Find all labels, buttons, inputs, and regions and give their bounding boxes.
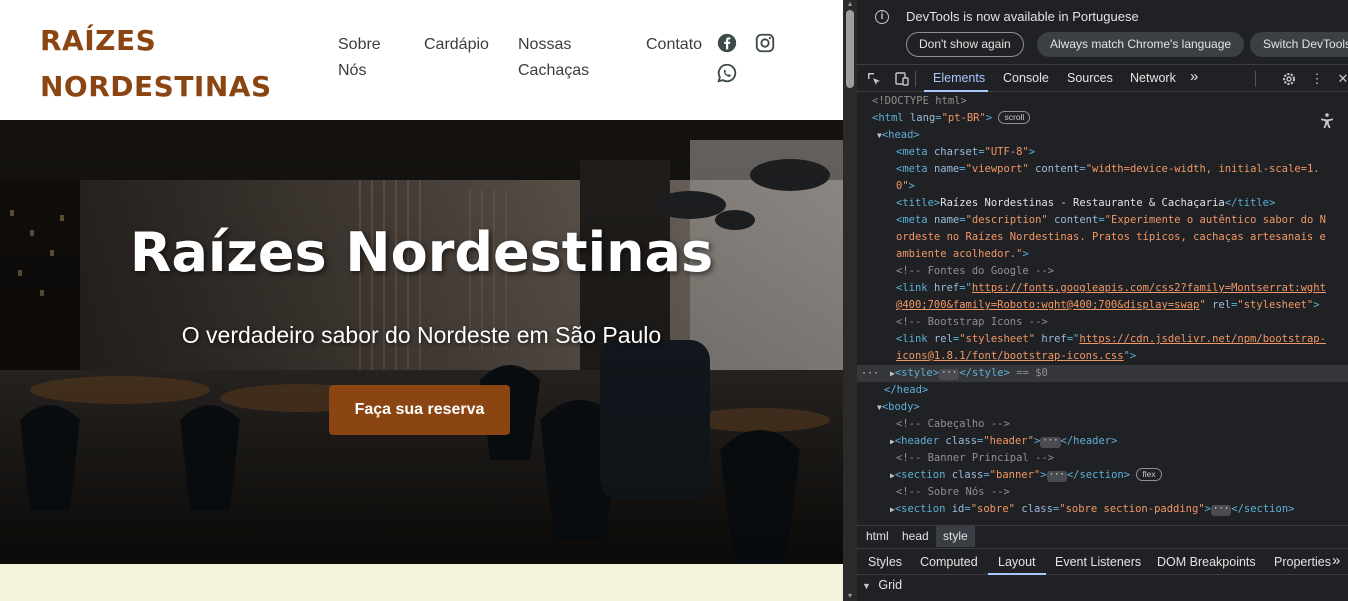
dom-node-link-bootstrap[interactable]: <link rel="stylesheet" href="https://cdn… [857, 331, 1348, 348]
dom-node-doctype[interactable]: <!DOCTYPE html> [857, 93, 1348, 110]
breadcrumb-style[interactable]: style [936, 526, 975, 547]
switch-devtools-button[interactable]: Switch DevTools [1250, 32, 1348, 57]
inspect-element-icon[interactable] [866, 71, 882, 87]
dom-node-title[interactable]: <title>Raízes Nordestinas - Restaurante … [857, 195, 1348, 212]
dom-node-html[interactable]: <html lang="pt-BR"> scroll [857, 110, 1348, 127]
dom-comment-cabecalho[interactable]: <!-- Cabeçalho --> [857, 416, 1348, 433]
devtools-panel: i DevTools is now available in Portugues… [857, 0, 1348, 601]
close-devtools-icon[interactable]: ✕ [1335, 71, 1348, 87]
collapse-triangle-icon[interactable]: ▼ [862, 581, 871, 591]
tab-network[interactable]: Network [1130, 71, 1176, 85]
info-icon: i [875, 10, 889, 24]
nav-sobre-line1: Sobre [338, 36, 381, 53]
dom-node-head[interactable]: ▼<head> [857, 127, 1348, 144]
dom-node-meta-viewport-cont: 0"> [896, 180, 915, 192]
more-tabs-chevron-icon[interactable]: » [1190, 68, 1198, 85]
dom-node-header[interactable]: ▶<header class="header"> ··· </header> [857, 433, 1348, 450]
dom-comment-bootstrap[interactable]: <!-- Bootstrap Icons --> [857, 314, 1348, 331]
tab-event-listeners[interactable]: Event Listeners [1055, 555, 1141, 569]
language-infobar: i DevTools is now available in Portugues… [857, 0, 1348, 64]
tab-layout[interactable]: Layout [998, 555, 1036, 569]
nav-nossas-line2: Cachaças [518, 62, 590, 79]
dom-node-meta-description-cont1: ordeste no Raízes Nordestinas. Pratos tí… [896, 231, 1326, 243]
scroll-down-arrow[interactable]: ▾ [846, 592, 854, 600]
scroll-up-arrow[interactable]: ▴ [846, 0, 854, 8]
whatsapp-icon[interactable] [716, 62, 738, 84]
more-options-kebab-icon[interactable]: ⋮ [1309, 71, 1325, 87]
always-match-language-button[interactable]: Always match Chrome's language [1037, 32, 1245, 57]
dom-node-style-selected[interactable]: ··· ▶<style> ··· </style> == $0 [857, 365, 1348, 382]
next-section-strip [0, 564, 843, 601]
logo-line-1: RAÍZES [40, 24, 157, 57]
scroll-badge[interactable]: scroll [998, 111, 1031, 124]
tab-layout-underline [988, 573, 1046, 575]
tab-styles[interactable]: Styles [868, 555, 902, 569]
nav-link-sobre-nos[interactable]: Sobre Nós [338, 32, 398, 84]
toolbar-divider-2 [1255, 71, 1256, 87]
infobar-message: DevTools is now available in Portuguese [906, 9, 1139, 24]
nav-link-nossas-cachacas[interactable]: Nossas Cachaças [518, 32, 608, 84]
sidebar-tabs: Styles Computed Layout Event Listeners D… [857, 548, 1348, 575]
nav-sobre-line2: Nós [338, 62, 367, 79]
dom-node-section-sobre[interactable]: ▶<section id="sobre" class="sobre sectio… [857, 501, 1348, 518]
dom-tree: <!DOCTYPE html> <html lang="pt-BR"> scro… [857, 93, 1348, 525]
node-actions-ellipsis-icon[interactable]: ··· [861, 365, 879, 382]
breadcrumb-html[interactable]: html [859, 526, 896, 547]
reservation-button[interactable]: Faça sua reserva [329, 385, 510, 435]
tab-sources[interactable]: Sources [1067, 71, 1113, 85]
collapsed-content-dots[interactable]: ··· [939, 369, 960, 380]
dom-node-meta-viewport[interactable]: <meta name="viewport" content="width=dev… [857, 161, 1348, 178]
site-header: RAÍZES NORDESTINAS Sobre Nós Cardápio No… [0, 0, 843, 120]
dom-breadcrumb: html head style [857, 525, 1348, 547]
dom-node-link-fonts-cont: @400;700&family=Roboto:wght@400;700&disp… [896, 299, 1320, 311]
tab-properties[interactable]: Properties [1274, 555, 1331, 569]
dom-comment-sobre[interactable]: <!-- Sobre Nós --> [857, 484, 1348, 501]
layout-grid-section[interactable]: ▼ Grid [857, 576, 1348, 594]
nav-link-cardapio[interactable]: Cardápio [424, 32, 504, 58]
collapsed-content-dots[interactable]: ··· [1046, 471, 1067, 482]
flex-badge[interactable]: flex [1136, 468, 1162, 481]
accessibility-icon[interactable] [1318, 112, 1336, 130]
dom-node-meta-charset[interactable]: <meta charset="UTF-8"> [857, 144, 1348, 161]
dom-node-link-fonts[interactable]: <link href="https://fonts.googleapis.com… [857, 280, 1348, 297]
hero-banner: Raízes Nordestinas O verdadeiro sabor do… [0, 120, 843, 564]
dom-node-head-close[interactable]: </head> [857, 382, 1348, 399]
instagram-icon[interactable] [754, 32, 776, 54]
collapsed-content-dots[interactable]: ··· [1040, 437, 1061, 448]
settings-gear-icon[interactable] [1281, 71, 1297, 87]
device-toolbar-icon[interactable] [893, 71, 909, 87]
scrollbar-thumb[interactable] [846, 10, 854, 88]
dom-node-link-bootstrap-cont: icons@1.8.1/font/bootstrap-icons.css"> [896, 350, 1137, 362]
site-logo[interactable]: RAÍZES NORDESTINAS [40, 18, 300, 110]
dom-node-meta-description-cont2: ambiente acolhedor."> [896, 248, 1029, 260]
dont-show-again-button[interactable]: Don't show again [906, 32, 1024, 57]
dom-node-meta-description[interactable]: <meta name="description" content="Experi… [857, 212, 1348, 229]
page-scrollbar[interactable]: ▴ ▾ [843, 0, 857, 601]
more-subtabs-chevron-icon[interactable]: » [1332, 552, 1340, 569]
tab-dom-breakpoints[interactable]: DOM Breakpoints [1157, 555, 1256, 569]
website-viewport: RAÍZES NORDESTINAS Sobre Nós Cardápio No… [0, 0, 843, 601]
collapsed-content-dots[interactable]: ··· [1210, 505, 1232, 516]
tab-elements[interactable]: Elements [933, 71, 985, 85]
dom-node-section-banner[interactable]: ▶<section class="banner"> ··· </section> f… [857, 467, 1348, 484]
grid-section-label: Grid [878, 578, 903, 592]
banner-subtitle: O verdadeiro sabor do Nordeste em São Pa… [181, 322, 662, 348]
dom-comment-fonts[interactable]: <!-- Fontes do Google --> [857, 263, 1348, 280]
tab-computed[interactable]: Computed [920, 555, 978, 569]
google-fonts-link[interactable]: https://fonts.googleapis.com/css2?family… [972, 282, 1326, 294]
logo-line-2: NORDESTINAS [40, 70, 272, 103]
devtools-toolbar: Elements Console Sources Network » ⋮ ✕ [857, 64, 1348, 92]
nav-link-contato[interactable]: Contato [646, 32, 712, 58]
dom-node-body[interactable]: ▼<body> [857, 399, 1348, 416]
tab-elements-underline [924, 90, 988, 92]
bootstrap-icons-link[interactable]: https://cdn.jsdelivr.net/npm/bootstrap- [1079, 333, 1326, 345]
breadcrumb-head[interactable]: head [895, 526, 936, 547]
dom-comment-banner[interactable]: <!-- Banner Principal --> [857, 450, 1348, 467]
nav-nossas-line1: Nossas [518, 36, 572, 53]
facebook-icon[interactable] [716, 32, 738, 54]
toolbar-divider [915, 71, 916, 87]
banner-title: Raízes Nordestinas [129, 221, 714, 284]
tab-console[interactable]: Console [1003, 71, 1049, 85]
